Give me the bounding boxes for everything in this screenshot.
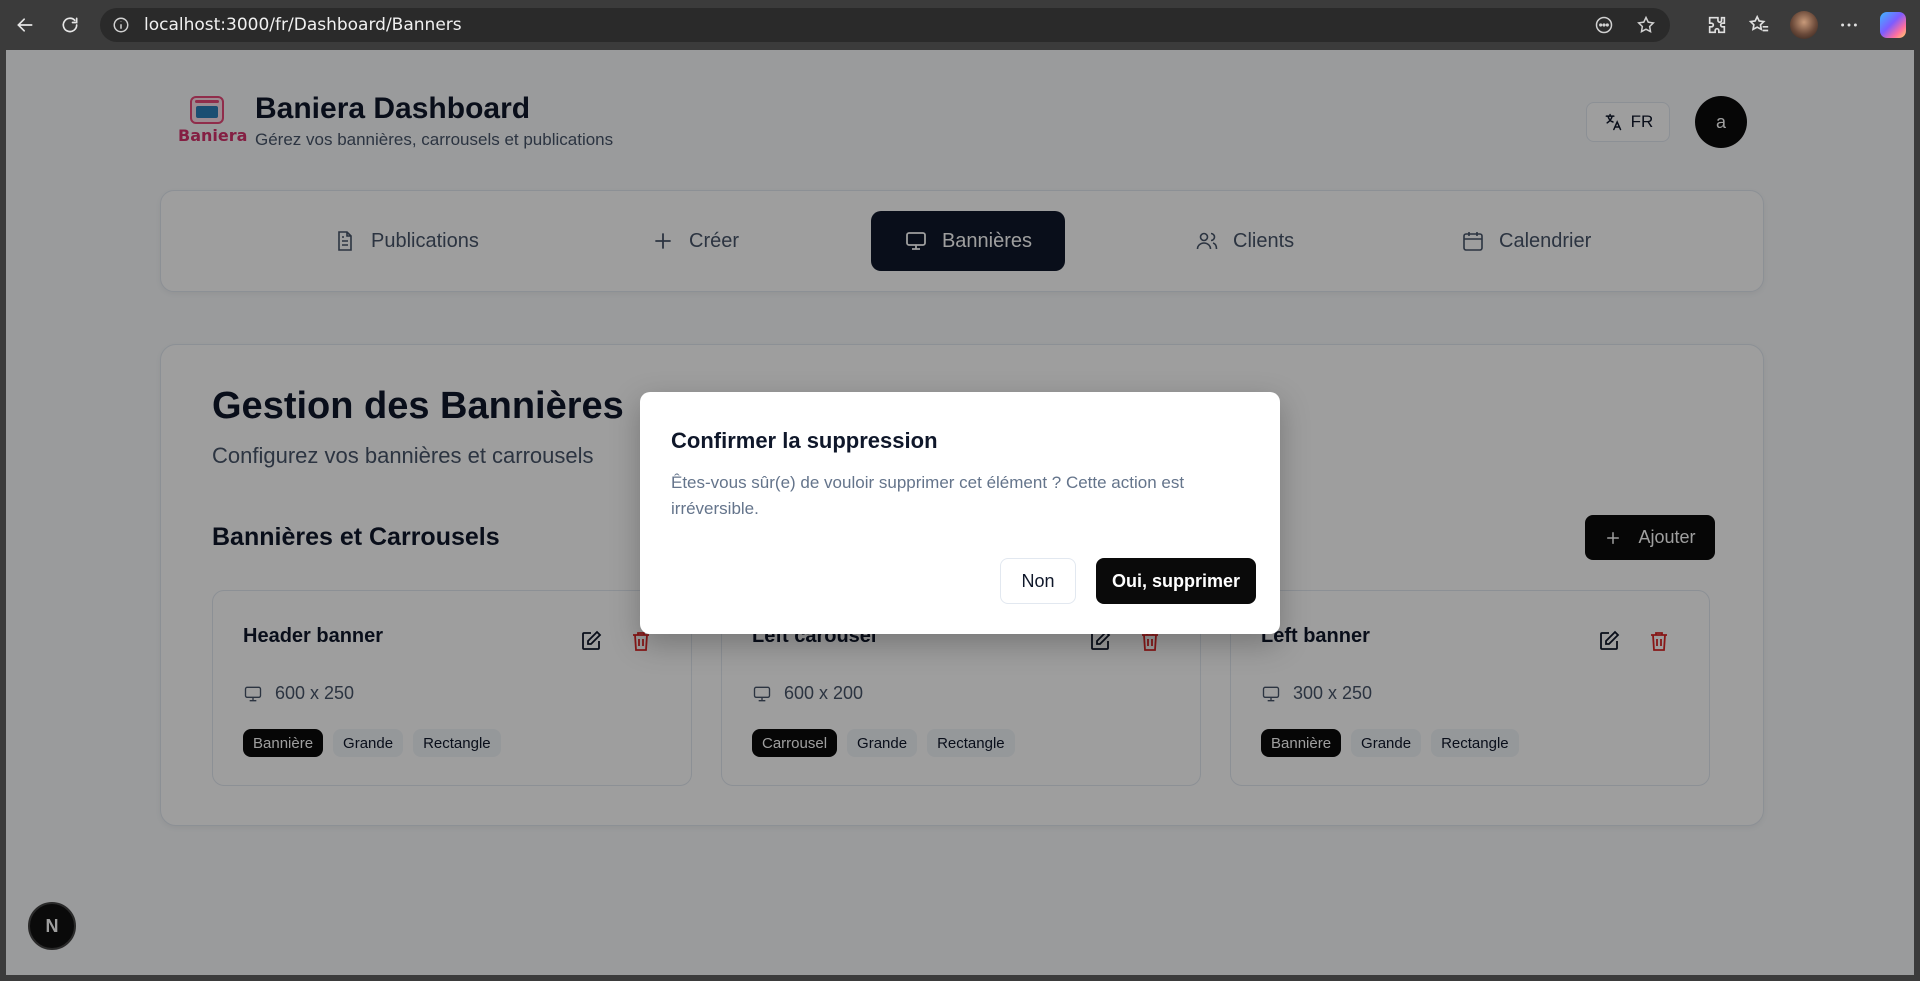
confirm-delete-button[interactable]: Oui, supprimer — [1096, 558, 1256, 604]
page-viewport: Baniera Baniera Dashboard Gérez vos bann… — [6, 50, 1914, 975]
favorites-icon[interactable] — [1748, 14, 1770, 36]
more-page-icon[interactable] — [1594, 15, 1614, 35]
copilot-icon[interactable] — [1880, 12, 1906, 38]
info-icon[interactable] — [112, 16, 130, 34]
dialog-title: Confirmer la suppression — [671, 428, 938, 453]
favorite-star-icon[interactable] — [1636, 15, 1656, 35]
window-frame-bottom — [0, 975, 1920, 981]
dialog-message: Êtes-vous sûr(e) de vouloir supprimer ce… — [671, 473, 1185, 518]
profile-avatar[interactable] — [1790, 11, 1818, 39]
extensions-icon[interactable] — [1706, 14, 1728, 36]
address-bar[interactable]: localhost:3000/fr/Dashboard/Banners — [100, 8, 1670, 42]
cancel-button[interactable]: Non — [1000, 558, 1076, 604]
url-text[interactable]: localhost:3000/fr/Dashboard/Banners — [144, 15, 462, 35]
back-icon[interactable] — [10, 10, 40, 40]
browser-toolbar: localhost:3000/fr/Dashboard/Banners — [0, 0, 1920, 50]
reload-icon[interactable] — [55, 10, 85, 40]
more-menu-icon[interactable] — [1838, 14, 1860, 36]
window-frame-right — [1914, 50, 1920, 981]
confirm-delete-dialog: Confirmer la suppression Êtes-vous sûr(e… — [640, 392, 1280, 634]
